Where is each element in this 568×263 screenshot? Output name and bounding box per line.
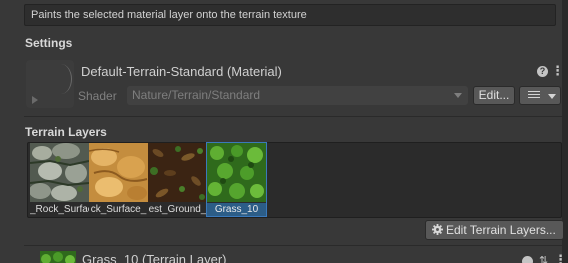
menu-kebab-icon[interactable]: ⋮ — [554, 252, 567, 263]
ground-texture-thumbnail — [148, 143, 207, 202]
list-icon — [528, 91, 540, 100]
edit-shader-button[interactable]: Edit... — [473, 86, 515, 105]
rock-texture-thumbnail — [30, 143, 89, 202]
terrain-layer-rock[interactable]: _Rock_Surfac — [30, 143, 89, 216]
terrain-layers-title: Terrain Layers — [25, 125, 107, 139]
shader-dropdown[interactable]: Nature/Terrain/Standard — [127, 86, 468, 105]
terrain-layer-sand[interactable]: ck_Surface_ — [89, 143, 148, 216]
sand-texture-thumbnail — [89, 143, 148, 202]
divider — [24, 245, 562, 246]
layer-label: _Rock_Surfac — [30, 204, 89, 215]
terrain-layer-ground[interactable]: est_Ground_ — [148, 143, 207, 216]
help-icon[interactable]: ? — [537, 66, 548, 77]
shader-value: Nature/Terrain/Standard — [132, 88, 261, 102]
selected-layer-name: Grass_10 (Terrain Layer) — [82, 252, 227, 263]
material-name: Default-Terrain-Standard (Material) — [81, 64, 282, 79]
layer-label: ck_Surface_ — [90, 204, 147, 215]
left-gutter — [0, 0, 14, 263]
chevron-down-icon — [454, 93, 462, 98]
inspector-panel: Paints the selected material layer onto … — [0, 0, 568, 263]
help-icon[interactable] — [522, 256, 533, 263]
settings-title: Settings — [25, 36, 73, 50]
terrain-layer-grass[interactable]: Grass_10 — [206, 142, 267, 217]
shader-label: Shader — [78, 89, 117, 103]
grass-texture-thumbnail — [207, 143, 266, 202]
preset-icon[interactable]: ⇅ — [539, 254, 548, 263]
layer-label: Grass_10 — [207, 203, 266, 216]
edit-terrain-layers-label: Edit Terrain Layers... — [446, 223, 556, 237]
edit-terrain-layers-button[interactable]: Edit Terrain Layers... — [425, 220, 564, 240]
divider — [24, 116, 562, 117]
shader-options-button[interactable] — [519, 86, 561, 105]
grass-layer-thumbnail — [40, 251, 76, 263]
expand-arrow-icon[interactable] — [32, 96, 38, 104]
menu-kebab-icon[interactable]: ⋮ — [551, 64, 564, 77]
layer-label: est_Ground_ — [148, 204, 207, 215]
help-box: Paints the selected material layer onto … — [24, 4, 556, 26]
gear-icon — [432, 224, 443, 235]
chevron-down-icon — [548, 94, 556, 99]
